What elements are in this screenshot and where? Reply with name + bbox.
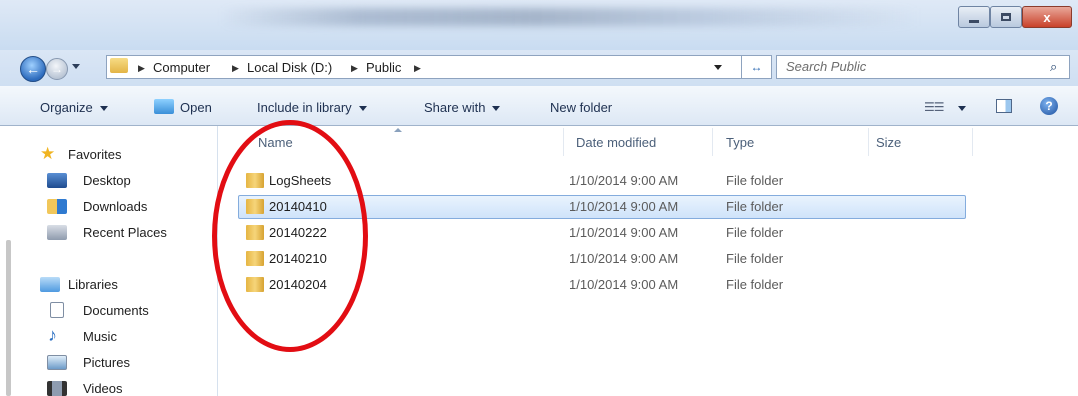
forward-button[interactable]: → <box>46 58 68 80</box>
organize-button[interactable]: Organize <box>40 100 108 115</box>
close-icon: x <box>1043 9 1051 25</box>
organize-label: Organize <box>40 100 93 115</box>
breadcrumb-local-disk[interactable]: Local Disk (D:) <box>247 59 332 77</box>
recent-places-icon <box>47 225 67 240</box>
downloads-icon <box>47 199 67 214</box>
blurred-title <box>220 8 920 26</box>
breadcrumb-public[interactable]: Public <box>366 59 401 77</box>
share-with-button[interactable]: Share with <box>424 100 501 115</box>
back-arrow-icon: ← <box>26 61 40 77</box>
close-button[interactable]: x <box>1022 6 1072 28</box>
open-button[interactable]: Open <box>180 100 212 115</box>
folder-icon <box>110 58 128 73</box>
breadcrumb-separator-icon[interactable]: ▶ <box>351 59 358 77</box>
nav-libraries[interactable]: Libraries <box>68 277 118 292</box>
sort-arrow-icon <box>394 128 402 132</box>
column-divider[interactable] <box>563 128 564 156</box>
include-in-library-label: Include in library <box>257 100 352 115</box>
desktop-icon <box>47 173 67 188</box>
file-type: File folder <box>726 173 784 188</box>
file-type: File folder <box>726 277 784 292</box>
include-in-library-button[interactable]: Include in library <box>257 100 367 115</box>
nav-videos[interactable]: Videos <box>83 381 123 396</box>
maximize-button[interactable] <box>990 6 1022 28</box>
column-header-size[interactable]: Size <box>876 126 901 160</box>
history-dropdown-icon[interactable] <box>72 64 80 69</box>
libraries-icon <box>40 277 60 292</box>
nav-documents[interactable]: Documents <box>83 303 149 318</box>
back-button[interactable]: ← <box>20 56 46 82</box>
nav-downloads[interactable]: Downloads <box>83 199 147 214</box>
nav-desktop[interactable]: Desktop <box>83 173 131 188</box>
nav-favorites[interactable]: Favorites <box>68 147 121 162</box>
share-with-label: Share with <box>424 100 486 115</box>
column-divider[interactable] <box>972 128 973 156</box>
nav-recent-places[interactable]: Recent Places <box>83 225 167 240</box>
pictures-icon <box>47 355 67 370</box>
nav-scrollbar[interactable] <box>6 240 11 396</box>
minimize-icon <box>969 19 979 23</box>
column-divider[interactable] <box>868 128 869 156</box>
refresh-icon: ↔ <box>750 60 763 74</box>
breadcrumb-computer[interactable]: Computer <box>153 59 210 77</box>
maximize-icon <box>1001 13 1011 21</box>
file-date: 1/10/2014 9:00 AM <box>569 173 679 188</box>
nav-music[interactable]: Music <box>83 329 117 344</box>
breadcrumb-separator-icon[interactable]: ▶ <box>414 59 421 77</box>
new-folder-button[interactable]: New folder <box>550 100 612 115</box>
search-icon[interactable]: ⌕ <box>1050 59 1057 75</box>
videos-icon <box>47 381 67 396</box>
chevron-down-icon <box>99 106 108 112</box>
address-dropdown-icon[interactable] <box>714 65 722 70</box>
star-icon: ★ <box>40 144 56 163</box>
nav-pictures[interactable]: Pictures <box>83 355 130 370</box>
preview-pane-icon[interactable] <box>996 99 1012 113</box>
documents-icon <box>50 302 64 318</box>
file-type: File folder <box>726 225 784 240</box>
column-header-type[interactable]: Type <box>726 126 754 160</box>
search-placeholder: Search Public <box>786 59 867 74</box>
minimize-button[interactable] <box>958 6 990 28</box>
chevron-down-icon <box>358 106 367 112</box>
column-divider[interactable] <box>712 128 713 156</box>
file-date: 1/10/2014 9:00 AM <box>569 225 679 240</box>
file-type: File folder <box>726 199 784 214</box>
open-icon <box>154 99 174 114</box>
help-icon[interactable]: ? <box>1040 97 1058 115</box>
music-icon: ♪ <box>48 325 57 345</box>
file-date: 1/10/2014 9:00 AM <box>569 199 679 214</box>
refresh-button[interactable]: ↔ <box>742 55 772 79</box>
file-date: 1/10/2014 9:00 AM <box>569 277 679 292</box>
red-annotation-ellipse <box>212 120 368 352</box>
chevron-down-icon <box>492 106 501 112</box>
breadcrumb-separator-icon[interactable]: ▶ <box>138 59 145 77</box>
breadcrumb-separator-icon[interactable]: ▶ <box>232 59 239 77</box>
file-date: 1/10/2014 9:00 AM <box>569 251 679 266</box>
chevron-down-icon[interactable] <box>958 106 966 111</box>
change-view-icon[interactable]: ☰☰ <box>924 100 944 114</box>
column-header-date-modified[interactable]: Date modified <box>576 126 656 160</box>
forward-arrow-icon: → <box>51 62 63 76</box>
file-type: File folder <box>726 251 784 266</box>
